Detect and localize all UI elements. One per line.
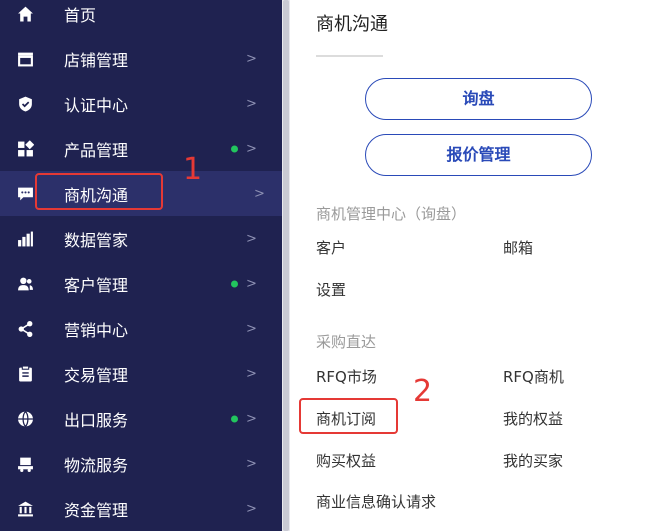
sidebar-item-store[interactable]: 店铺管理 > xyxy=(0,36,282,81)
quote-management-button[interactable]: 报价管理 xyxy=(365,134,592,176)
grid-icon xyxy=(17,140,34,157)
link-buy-benefits[interactable]: 购买权益 xyxy=(316,450,376,471)
sidebar-item-label: 产品管理 xyxy=(64,140,129,160)
share-icon xyxy=(17,320,34,337)
chevron-right-icon: > xyxy=(246,141,257,156)
store-icon xyxy=(17,50,34,67)
chevron-right-icon: > xyxy=(246,276,257,291)
sidebar-item-label: 认证中心 xyxy=(64,95,129,115)
divider xyxy=(316,55,383,57)
sidebar-item-marketing[interactable]: 营销中心 > xyxy=(0,306,282,351)
link-rfq-market[interactable]: RFQ市场 xyxy=(316,366,377,387)
clipboard-icon xyxy=(17,365,34,382)
notification-dot xyxy=(231,280,238,287)
annotation-number-2: 2 xyxy=(413,374,433,409)
chevron-right-icon: > xyxy=(246,411,257,426)
chevron-right-icon: > xyxy=(246,51,257,66)
link-rfq-opportunities[interactable]: RFQ商机 xyxy=(503,366,564,387)
sidebar-item-label: 出口服务 xyxy=(64,410,129,430)
sidebar-item-products[interactable]: 产品管理 > xyxy=(0,126,282,171)
chevron-right-icon: > xyxy=(246,231,257,246)
panel-title: 商机沟通 xyxy=(316,14,388,35)
sidebar: 首页 店铺管理 > 认证中心 > 产品管理 > 商机沟通 > 数据管家 > 客户… xyxy=(0,0,282,531)
home-icon xyxy=(17,5,34,22)
chevron-right-icon: > xyxy=(246,96,257,111)
link-customers[interactable]: 客户 xyxy=(316,237,346,258)
sidebar-item-label: 物流服务 xyxy=(64,455,129,475)
scrollbar-thumb[interactable] xyxy=(283,0,289,531)
truck-icon xyxy=(17,455,34,472)
submenu-panel: 商机沟通 询盘 报价管理 商机管理中心（询盘） 客户 邮箱 设置 采购直达 RF… xyxy=(290,0,662,531)
notification-dot xyxy=(231,145,238,152)
sidebar-item-label: 营销中心 xyxy=(64,320,129,340)
chevron-right-icon: > xyxy=(246,456,257,471)
sidebar-item-label: 客户管理 xyxy=(64,275,129,295)
inquiry-button[interactable]: 询盘 xyxy=(365,78,592,120)
sidebar-item-customers[interactable]: 客户管理 > xyxy=(0,261,282,306)
shield-icon xyxy=(17,95,34,112)
bank-icon xyxy=(17,500,34,517)
chat-icon xyxy=(17,185,34,202)
sidebar-item-home[interactable]: 首页 xyxy=(0,0,282,36)
section-title-purchase-direct: 采购直达 xyxy=(316,333,377,351)
sidebar-item-label: 交易管理 xyxy=(64,365,129,385)
link-my-benefits[interactable]: 我的权益 xyxy=(503,408,563,429)
link-mailbox[interactable]: 邮箱 xyxy=(503,237,533,258)
sidebar-item-data[interactable]: 数据管家 > xyxy=(0,216,282,261)
sidebar-item-label: 数据管家 xyxy=(64,230,129,250)
chevron-right-icon: > xyxy=(254,186,265,201)
chevron-right-icon: > xyxy=(246,321,257,336)
highlight-box-sidebar xyxy=(35,173,163,210)
sidebar-item-label: 店铺管理 xyxy=(64,50,129,70)
link-business-info-confirmation[interactable]: 商业信息确认请求 xyxy=(316,491,456,513)
sidebar-item-transactions[interactable]: 交易管理 > xyxy=(0,351,282,396)
globe-icon xyxy=(17,410,34,427)
users-icon xyxy=(17,275,34,292)
sidebar-item-label: 资金管理 xyxy=(64,500,129,520)
chevron-right-icon: > xyxy=(246,501,257,516)
section-title-inquiry-center: 商机管理中心（询盘） xyxy=(316,205,467,223)
highlight-box-subscription xyxy=(299,398,398,434)
sidebar-item-export[interactable]: 出口服务 > xyxy=(0,396,282,441)
chevron-right-icon: > xyxy=(246,366,257,381)
sidebar-item-logistics[interactable]: 物流服务 > xyxy=(0,441,282,486)
link-settings[interactable]: 设置 xyxy=(316,279,346,300)
annotation-number-1: 1 xyxy=(183,152,203,187)
sidebar-item-certification[interactable]: 认证中心 > xyxy=(0,81,282,126)
notification-dot xyxy=(231,415,238,422)
sidebar-item-label: 首页 xyxy=(64,5,97,25)
link-my-buyers[interactable]: 我的买家 xyxy=(503,450,563,471)
bar-chart-icon xyxy=(17,230,34,247)
sidebar-item-funds[interactable]: 资金管理 > xyxy=(0,486,282,531)
